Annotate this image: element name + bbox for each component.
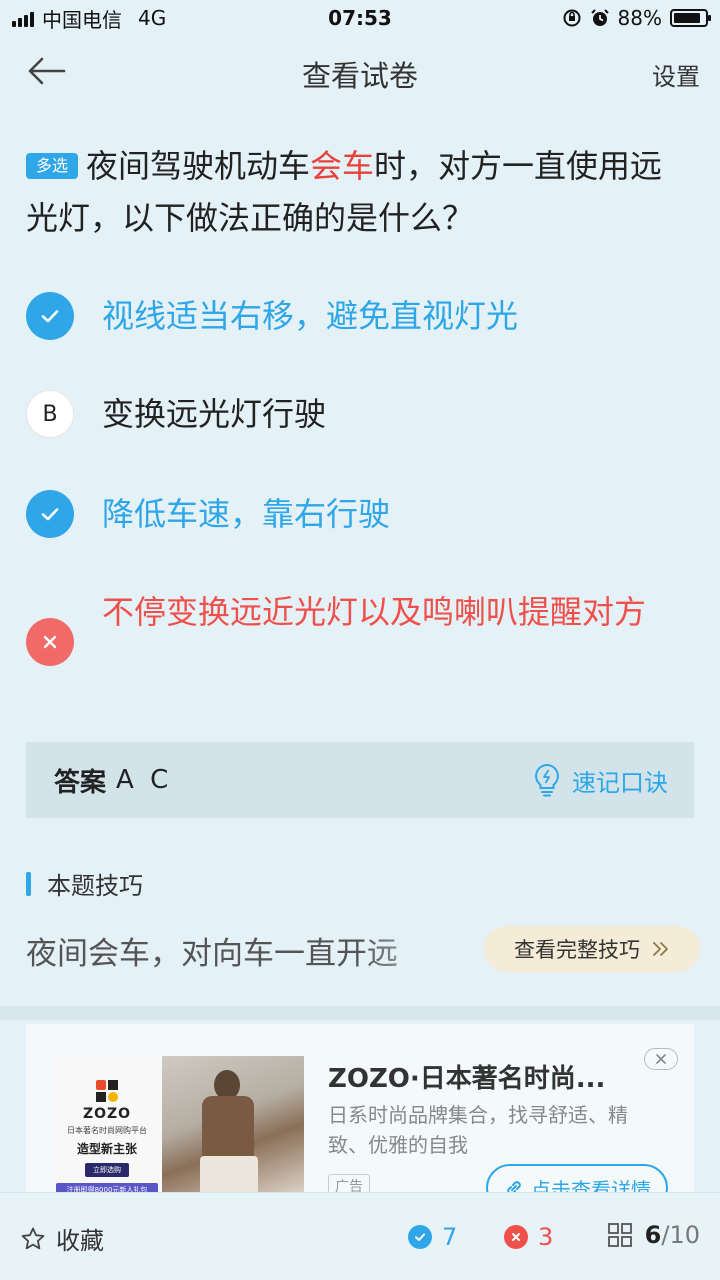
question-text-before: 夜间驾驶机动车: [86, 147, 311, 185]
lightbulb-icon: [535, 763, 559, 797]
double-chevron-right-icon: [653, 942, 668, 956]
question-progress-button[interactable]: 6/10: [607, 1221, 700, 1249]
option-d-text: 不停变换远近光灯以及鸣喇叭提醒对方: [102, 593, 647, 631]
option-a-text: 视线适当右移，避免直视灯光: [102, 297, 519, 335]
close-icon: [656, 1054, 666, 1064]
tips-fade: [360, 924, 470, 974]
rotation-lock-icon: [563, 9, 581, 27]
ad-model-photo: [162, 1056, 304, 1204]
back-arrow-icon: [28, 57, 66, 85]
settings-button[interactable]: 设置: [652, 57, 700, 92]
option-b-letter: B: [26, 390, 74, 438]
bottom-bar: 收藏 7 3 6/10: [0, 1192, 720, 1280]
battery-level: [674, 13, 701, 23]
mnemonic-label: 速记口诀: [572, 768, 668, 797]
section-divider: [0, 1006, 720, 1020]
zozo-logo-icon: [96, 1080, 118, 1102]
nav-bar: 查看试卷 设置: [0, 36, 720, 112]
option-b-text: 变换远光灯行驶: [102, 395, 327, 433]
page-title: 查看试卷: [301, 59, 418, 93]
ad-card[interactable]: ZOZO 日本著名时尚网购平台 造型新主张 立即选购 注册即得8000元新人礼包…: [26, 1024, 694, 1204]
star-icon: [21, 1227, 45, 1249]
ad-image-subtitle: 日本著名时尚网购平台: [67, 1126, 147, 1135]
option-b[interactable]: B 变换远光灯行驶: [26, 390, 694, 440]
tips-title: 本题技巧: [47, 872, 143, 900]
favorite-button[interactable]: 收藏: [20, 1221, 104, 1256]
question-text: 多选 夜间驾驶机动车会车时，对方一直使用远光灯，以下做法正确的是什么？: [26, 140, 694, 244]
progress-text: 6/10: [645, 1221, 700, 1249]
option-a[interactable]: 视线适当右移，避免直视灯光: [26, 292, 694, 342]
network-type: 4G: [138, 6, 167, 30]
ad-image-button: 立即选购: [85, 1163, 129, 1177]
back-button[interactable]: [26, 56, 70, 92]
progress-total: /10: [661, 1221, 700, 1249]
correct-count: 7: [408, 1223, 457, 1251]
section-marker: [26, 871, 31, 896]
view-full-tips-label: 查看完整技巧: [514, 938, 640, 962]
ad-image-brand: ZOZO: [82, 1106, 132, 1122]
question-keyword: 会车: [310, 147, 375, 185]
view-full-tips-button[interactable]: 查看完整技巧: [484, 926, 700, 972]
progress-current: 6: [644, 1221, 662, 1249]
status-bar: 中国电信 4G 07:53 88%: [0, 0, 720, 36]
wrong-count: 3: [504, 1223, 553, 1251]
wrong-count-value: 3: [538, 1223, 554, 1251]
battery-icon: [670, 9, 711, 27]
option-c[interactable]: 降低车速，靠右行驶: [26, 490, 694, 540]
check-icon: [408, 1225, 432, 1249]
option-c-text: 降低车速，靠右行驶: [102, 495, 391, 533]
carrier-name: 中国电信: [42, 7, 122, 32]
ad-image-slogan: 造型新主张: [76, 1142, 137, 1156]
signal-icon: [12, 9, 34, 27]
ad-title[interactable]: ZOZO·日本著名时尚...: [328, 1058, 605, 1095]
mnemonic-button[interactable]: 速记口诀: [532, 763, 668, 798]
favorite-label: 收藏: [56, 1227, 104, 1255]
question-type-badge: 多选: [26, 153, 79, 179]
ad-brand-panel: ZOZO 日本著名时尚网购平台 造型新主张 立即选购 注册即得8000元新人礼包: [52, 1056, 162, 1204]
correct-count-value: 7: [442, 1223, 458, 1251]
grid-icon: [607, 1223, 632, 1247]
ad-image[interactable]: ZOZO 日本著名时尚网购平台 造型新主张 立即选购 注册即得8000元新人礼包: [52, 1056, 304, 1204]
option-d[interactable]: 不停变换远近光灯以及鸣喇叭提醒对方: [26, 588, 694, 666]
alarm-icon: [590, 9, 609, 26]
battery-percent: 88%: [617, 6, 662, 30]
tips-header: 本题技巧: [26, 866, 143, 901]
ad-close-button[interactable]: [644, 1048, 678, 1070]
answer-label: 答案: [54, 767, 107, 798]
check-icon: [26, 292, 74, 340]
cross-icon: [504, 1225, 528, 1249]
ad-description: 日系时尚品牌集合，找寻舒适、精致、优雅的自我: [328, 1103, 628, 1157]
answer-value: A C: [116, 765, 173, 795]
answer-bar: 答案 A C 速记口诀: [26, 742, 694, 818]
check-icon: [26, 490, 74, 538]
cross-icon: [26, 618, 74, 666]
